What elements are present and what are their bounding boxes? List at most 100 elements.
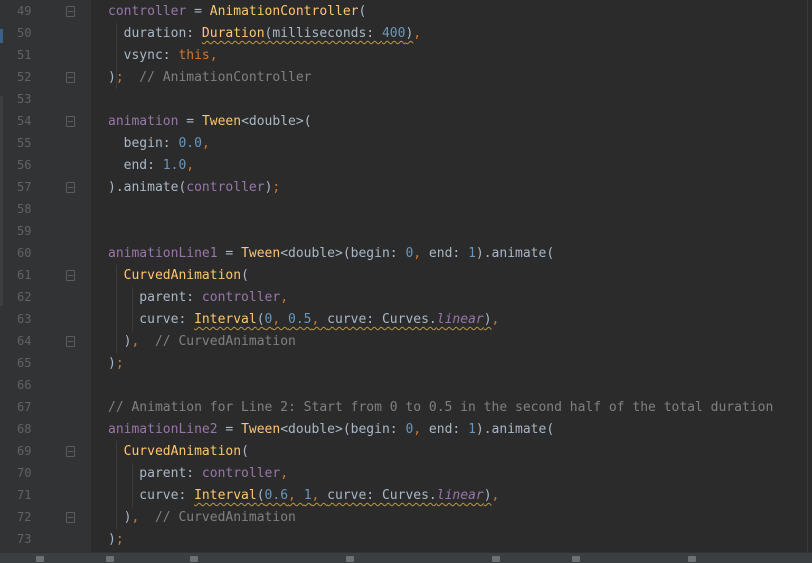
code-token: Tween [241,246,281,261]
fold-toggle-icon[interactable] [66,336,75,347]
code-token: Interval [194,312,257,327]
code-token: curve: [108,312,195,327]
line-number: 72 [17,510,32,524]
debug-icon[interactable] [572,556,580,562]
search-icon[interactable] [106,556,114,562]
code-token: this [178,48,210,63]
fold-toggle-icon[interactable] [66,72,75,83]
code-line[interactable]: CurvedAnimation( [108,441,249,463]
code-token: animationLine2 [108,422,218,437]
line-number: 54 [17,114,32,128]
gutter-line: 49 [3,1,91,23]
gutter-line: 60 [3,243,91,265]
code-line[interactable]: ), // CurvedAnimation [108,331,296,353]
line-number: 67 [17,400,32,414]
problems-icon[interactable] [36,556,44,562]
code-line[interactable]: parent: controller, [108,463,288,485]
gutter-line: 70 [3,463,91,485]
code-token: <double>(begin: [280,422,406,437]
line-number: 51 [17,48,32,62]
code-token: linear [436,312,484,327]
code-line[interactable]: ), // CurvedAnimation [108,507,296,529]
gutter-line: 72 [3,507,91,529]
line-number: 49 [17,4,32,18]
code-token: controller [108,4,187,19]
code-token: ( [256,312,265,327]
notifications-icon[interactable] [688,556,696,562]
code-line[interactable]: end: 1.0, [108,155,194,177]
code-token: ) [108,510,132,525]
code-token: , [491,488,500,503]
code-token: parent: [108,290,202,305]
code-token: ; [115,356,124,371]
line-number: 63 [17,312,32,326]
code-line[interactable]: ); // AnimationController [108,67,312,89]
code-line[interactable]: parent: controller, [108,287,288,309]
code-token: curve: Curves. [327,312,437,327]
code-token: end: [428,422,469,437]
code-line[interactable]: animationLine2 = Tween<double>(begin: 0,… [108,419,554,441]
gutter-line: 61 [3,265,91,287]
run-icon[interactable] [492,556,500,562]
code-token: ; [115,532,124,547]
right-margin-guide [807,0,808,552]
code-line[interactable]: curve: Interval(0.6, 1, curve: Curves.li… [108,485,499,507]
fold-toggle-icon[interactable] [66,270,75,281]
fold-toggle-icon[interactable] [66,182,75,193]
code-token: curve: [108,488,195,503]
code-editor[interactable]: 49 50 51 52 53 54 55 56 57 58 59 60 61 62 63 64 65 66 67 68… [0,0,812,552]
code-token: ) [483,488,492,503]
code-token: , [311,488,328,503]
code-token: , [209,48,218,63]
code-line[interactable]: begin: 0.0, [108,133,210,155]
code-token: animation [108,114,179,129]
code-line[interactable]: CurvedAnimation( [108,265,249,287]
gutter-line: 54 [3,111,91,133]
code-line[interactable]: animation = Tween<double>( [108,111,312,133]
code-token: ) [108,334,132,349]
gutter-line: 65 [3,353,91,375]
code-area[interactable]: controller = AnimationController( durati… [91,0,812,552]
code-token: ).animate( [475,422,555,437]
code-token: <double>( [241,114,312,129]
indent-guide [116,441,117,529]
fold-toggle-icon[interactable] [66,6,75,17]
gutter-line: 51 [3,45,91,67]
code-token: = [217,246,242,261]
code-line[interactable]: // Animation for Line 2: Start from 0 to… [108,397,773,419]
code-line[interactable]: animationLine1 = Tween<double>(begin: 0,… [108,243,554,265]
code-line[interactable]: ).animate(controller); [108,177,280,199]
code-token: , [413,26,422,41]
code-token: 1.0 [162,158,187,173]
code-token: ( [358,4,367,19]
fold-toggle-icon[interactable] [66,512,75,523]
code-line[interactable]: ); [108,353,124,375]
settings-icon[interactable] [346,556,354,562]
code-line[interactable]: curve: Interval(0, 0.5, curve: Curves.li… [108,309,499,331]
code-line[interactable]: vsync: this, [108,45,218,67]
code-token: begin: [108,136,179,151]
line-number: 73 [17,532,32,546]
line-number: 69 [17,444,32,458]
gutter-line: 71 [3,485,91,507]
code-line[interactable]: ); [108,529,124,551]
fold-toggle-icon[interactable] [66,116,75,127]
line-number: 70 [17,466,32,480]
code-token: duration: [108,26,202,41]
fold-toggle-icon[interactable] [66,446,75,457]
terminal-icon[interactable] [190,556,198,562]
line-number-gutter[interactable]: 49 50 51 52 53 54 55 56 57 58 59 60 61 62 63 64 65 66 67 68… [3,0,91,552]
bottom-toolbar [0,552,812,563]
code-token: 1 [468,246,476,261]
code-line[interactable]: duration: Duration(milliseconds: 400), [108,23,421,45]
code-token: = [186,4,210,19]
code-token: = [217,422,242,437]
code-token: , [272,312,289,327]
code-token: ) [108,356,116,371]
code-token: 1 [468,422,476,437]
line-number: 71 [17,488,32,502]
code-token: <double>(begin: [280,246,406,261]
gutter-line: 53 [3,89,91,111]
code-line[interactable]: controller = AnimationController( [108,1,366,23]
code-token: // CurvedAnimation [139,334,296,349]
